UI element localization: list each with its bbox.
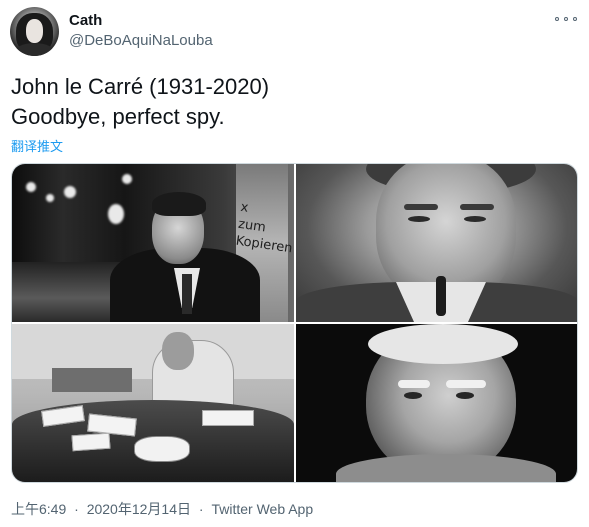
street-light (26, 182, 36, 192)
photo-4[interactable] (296, 324, 577, 482)
author-avatar[interactable] (10, 7, 59, 56)
dot (564, 17, 568, 21)
eyebrow (398, 380, 430, 388)
dot (555, 17, 559, 21)
avatar-shoulders (14, 43, 55, 56)
paper (71, 432, 111, 452)
coat (336, 454, 556, 482)
photo-2[interactable] (296, 164, 577, 322)
avatar-face (26, 19, 43, 43)
tweet-source[interactable]: Twitter Web App (211, 501, 313, 517)
man-hair (368, 324, 518, 364)
street-light (64, 186, 76, 198)
paper-pile (52, 368, 132, 392)
man-head (162, 332, 194, 370)
tweet-text: John le Carré (1931-2020) Goodbye, perfe… (11, 72, 571, 132)
author-handle[interactable]: @DeBoAquiNaLouba (69, 32, 213, 49)
separator: · (198, 501, 204, 517)
more-dots-icon[interactable] (555, 12, 577, 26)
tweet-line-1: John le Carré (1931-2020) (11, 74, 270, 99)
tweet-meta: 上午6:49 · 2020年12月14日 · Twitter Web App (11, 499, 313, 519)
media-grid: x zum Kopieren (11, 163, 578, 483)
tie (182, 274, 192, 314)
eye (408, 216, 430, 222)
separator: · (74, 501, 79, 517)
photo-1[interactable]: x zum Kopieren (12, 164, 294, 322)
eye (456, 392, 474, 399)
tweet-date[interactable]: 2020年12月14日 (87, 501, 191, 517)
tweet-line-2: Goodbye, perfect spy. (11, 104, 225, 129)
author-name[interactable]: Cath (69, 12, 102, 29)
eyebrow (446, 380, 486, 388)
tweet-time[interactable]: 上午6:49 (11, 501, 66, 517)
eyebrow (404, 204, 438, 210)
eyebrow (460, 204, 494, 210)
paper (202, 410, 254, 426)
street-light (46, 194, 54, 202)
pipe (436, 276, 446, 316)
translate-tweet-link[interactable]: 翻译推文 (11, 136, 63, 155)
shop-window-sign: x zum Kopieren (234, 199, 294, 257)
eye (404, 392, 422, 399)
eye (464, 216, 486, 222)
dot (573, 17, 577, 21)
street-light (108, 204, 124, 224)
telephone (134, 436, 190, 462)
photo-3[interactable] (12, 324, 294, 482)
man-hair (152, 192, 206, 216)
street-light (122, 174, 132, 184)
